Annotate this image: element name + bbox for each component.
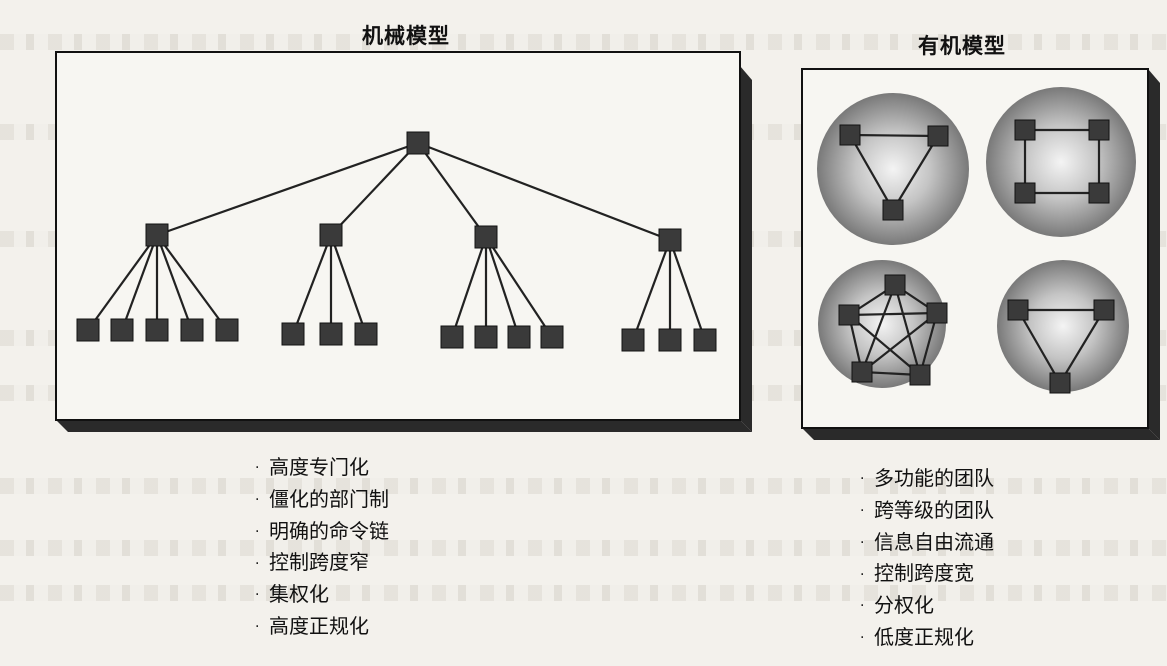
- list-item: · 集权化: [255, 582, 329, 606]
- list-item: · 高度专门化: [255, 455, 369, 479]
- middle-manager-node: [319, 223, 343, 247]
- list-item: · 明确的命令链: [255, 518, 389, 543]
- worker-node: [180, 318, 204, 342]
- middle-manager-node: [474, 225, 498, 249]
- middle-manager-node: [658, 228, 682, 252]
- mechanistic-features-list: · 高度专门化 · 僵化的部门制 · 明确的命令链 · 控制跨度窄 · 集权化 · 高度正规…: [255, 452, 389, 643]
- worker-node: [110, 318, 134, 342]
- team-member-node: [926, 302, 948, 324]
- team-sphere: [997, 260, 1129, 392]
- mechanistic-panel-shadow-side: [740, 66, 752, 432]
- worker-node: [354, 322, 378, 346]
- middle-manager-node: [145, 223, 169, 247]
- organic-panel-shadow-side: [1148, 69, 1160, 440]
- worker-node: [215, 318, 239, 342]
- organic-features-list: · 多功能的团队 · 跨等级的团队 · 信息自由流通 · 控制跨度宽 · 分权化 · 低度正…: [860, 463, 994, 654]
- worker-node: [507, 325, 531, 349]
- team-sphere: [817, 93, 969, 245]
- worker-node: [658, 328, 682, 352]
- worker-node: [319, 322, 343, 346]
- worker-node: [281, 322, 305, 346]
- team-member-node: [851, 361, 873, 383]
- team-sphere: [986, 87, 1136, 237]
- list-item: · 低度正规化: [860, 624, 974, 649]
- team-member-node: [1014, 119, 1036, 141]
- mechanistic-panel-shadow-bottom: [56, 420, 752, 432]
- worker-node: [440, 325, 464, 349]
- worker-node: [76, 318, 100, 342]
- team-member-node: [1093, 299, 1115, 321]
- list-item: · 分权化: [860, 593, 934, 617]
- team-member-node: [1088, 182, 1110, 204]
- team-member-node: [839, 124, 861, 146]
- team-link: [849, 133, 939, 138]
- worker-node: [145, 318, 169, 342]
- team-member-node: [838, 304, 860, 326]
- list-item: · 僵化的部门制: [255, 486, 389, 511]
- team-member-node: [1049, 372, 1071, 394]
- list-item: · 跨等级的团队: [860, 497, 994, 522]
- list-item: · 多功能的团队: [860, 466, 994, 490]
- worker-node: [693, 328, 717, 352]
- list-item: · 控制跨度宽: [860, 561, 974, 586]
- team-member-node: [1088, 119, 1110, 141]
- top-manager-node: [406, 131, 430, 155]
- team-member-node: [884, 274, 906, 296]
- list-item: · 控制跨度窄: [255, 550, 369, 575]
- list-item: · 信息自由流通: [860, 529, 994, 554]
- team-member-node: [882, 199, 904, 221]
- worker-node: [540, 325, 564, 349]
- organic-panel-shadow-bottom: [802, 428, 1160, 440]
- team-member-node: [1007, 299, 1029, 321]
- team-member-node: [909, 364, 931, 386]
- worker-node: [621, 328, 645, 352]
- team-member-node: [927, 125, 949, 147]
- team-member-node: [1014, 182, 1036, 204]
- list-item: · 高度正规化: [255, 613, 369, 638]
- worker-node: [474, 325, 498, 349]
